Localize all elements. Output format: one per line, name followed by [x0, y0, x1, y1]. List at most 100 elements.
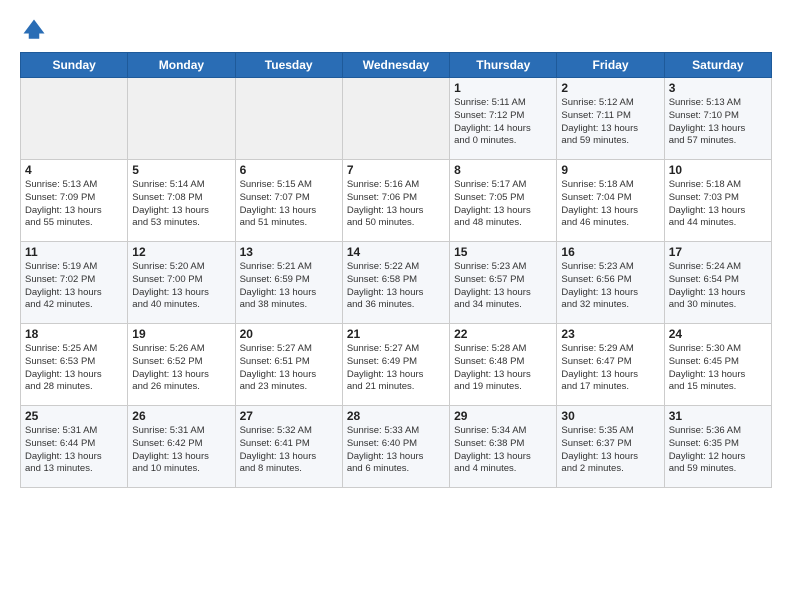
header-saturday: Saturday [664, 53, 771, 78]
day-cell: 15 Sunrise: 5:23 AM Sunset: 6:57 PM Dayli… [450, 242, 557, 324]
day-number: 6 [240, 163, 338, 177]
day-number: 28 [347, 409, 445, 423]
header-friday: Friday [557, 53, 664, 78]
day-number: 24 [669, 327, 767, 341]
day-cell: 16 Sunrise: 5:23 AM Sunset: 6:56 PM Dayli… [557, 242, 664, 324]
day-info: Sunrise: 5:26 AM Sunset: 6:52 PM Dayligh… [132, 343, 230, 394]
week-row-4: 18 Sunrise: 5:25 AM Sunset: 6:53 PM Dayli… [21, 324, 772, 406]
day-info: Sunrise: 5:13 AM Sunset: 7:09 PM Dayligh… [25, 179, 123, 230]
day-cell: 28 Sunrise: 5:33 AM Sunset: 6:40 PM Dayli… [342, 406, 449, 488]
day-cell: 4 Sunrise: 5:13 AM Sunset: 7:09 PM Daylig… [21, 160, 128, 242]
header [20, 16, 772, 44]
day-number: 17 [669, 245, 767, 259]
day-info: Sunrise: 5:30 AM Sunset: 6:45 PM Dayligh… [669, 343, 767, 394]
header-monday: Monday [128, 53, 235, 78]
day-cell: 26 Sunrise: 5:31 AM Sunset: 6:42 PM Dayli… [128, 406, 235, 488]
day-number: 4 [25, 163, 123, 177]
day-cell: 31Sunrise: 5:36 AM Sunset: 6:35 PM Dayli… [664, 406, 771, 488]
day-info: Sunrise: 5:18 AM Sunset: 7:04 PM Dayligh… [561, 179, 659, 230]
day-info: Sunrise: 5:15 AM Sunset: 7:07 PM Dayligh… [240, 179, 338, 230]
day-cell: 12Sunrise: 5:20 AM Sunset: 7:00 PM Dayli… [128, 242, 235, 324]
day-info: Sunrise: 5:31 AM Sunset: 6:44 PM Dayligh… [25, 425, 123, 476]
day-info: Sunrise: 5:13 AM Sunset: 7:10 PM Dayligh… [669, 97, 767, 148]
day-cell: 5Sunrise: 5:14 AM Sunset: 7:08 PM Daylig… [128, 160, 235, 242]
day-number: 8 [454, 163, 552, 177]
day-number: 13 [240, 245, 338, 259]
day-cell: 11 Sunrise: 5:19 AM Sunset: 7:02 PM Dayli… [21, 242, 128, 324]
logo [20, 16, 52, 44]
header-sunday: Sunday [21, 53, 128, 78]
day-cell: 17 Sunrise: 5:24 AM Sunset: 6:54 PM Dayli… [664, 242, 771, 324]
day-number: 19 [132, 327, 230, 341]
day-info: Sunrise: 5:25 AM Sunset: 6:53 PM Dayligh… [25, 343, 123, 394]
day-cell [235, 78, 342, 160]
week-row-2: 4 Sunrise: 5:13 AM Sunset: 7:09 PM Daylig… [21, 160, 772, 242]
day-number: 26 [132, 409, 230, 423]
day-info: Sunrise: 5:12 AM Sunset: 7:11 PM Dayligh… [561, 97, 659, 148]
day-info: Sunrise: 5:19 AM Sunset: 7:02 PM Dayligh… [25, 261, 123, 312]
day-info: Sunrise: 5:29 AM Sunset: 6:47 PM Dayligh… [561, 343, 659, 394]
day-number: 30 [561, 409, 659, 423]
week-row-1: 1Sunrise: 5:11 AM Sunset: 7:12 PM Daylig… [21, 78, 772, 160]
day-info: Sunrise: 5:18 AM Sunset: 7:03 PM Dayligh… [669, 179, 767, 230]
day-number: 11 [25, 245, 123, 259]
day-info: Sunrise: 5:16 AM Sunset: 7:06 PM Dayligh… [347, 179, 445, 230]
day-number: 9 [561, 163, 659, 177]
day-cell: 1Sunrise: 5:11 AM Sunset: 7:12 PM Daylig… [450, 78, 557, 160]
day-cell: 25 Sunrise: 5:31 AM Sunset: 6:44 PM Dayli… [21, 406, 128, 488]
day-cell: 7 Sunrise: 5:16 AM Sunset: 7:06 PM Daylig… [342, 160, 449, 242]
day-info: Sunrise: 5:21 AM Sunset: 6:59 PM Dayligh… [240, 261, 338, 312]
day-number: 20 [240, 327, 338, 341]
week-row-5: 25 Sunrise: 5:31 AM Sunset: 6:44 PM Dayli… [21, 406, 772, 488]
day-number: 15 [454, 245, 552, 259]
day-info: Sunrise: 5:35 AM Sunset: 6:37 PM Dayligh… [561, 425, 659, 476]
day-cell: 8Sunrise: 5:17 AM Sunset: 7:05 PM Daylig… [450, 160, 557, 242]
day-info: Sunrise: 5:23 AM Sunset: 6:56 PM Dayligh… [561, 261, 659, 312]
day-number: 2 [561, 81, 659, 95]
header-tuesday: Tuesday [235, 53, 342, 78]
day-info: Sunrise: 5:22 AM Sunset: 6:58 PM Dayligh… [347, 261, 445, 312]
day-info: Sunrise: 5:28 AM Sunset: 6:48 PM Dayligh… [454, 343, 552, 394]
day-cell: 23 Sunrise: 5:29 AM Sunset: 6:47 PM Dayli… [557, 324, 664, 406]
day-cell: 10Sunrise: 5:18 AM Sunset: 7:03 PM Dayli… [664, 160, 771, 242]
day-cell [128, 78, 235, 160]
day-cell: 19 Sunrise: 5:26 AM Sunset: 6:52 PM Dayli… [128, 324, 235, 406]
day-number: 3 [669, 81, 767, 95]
day-number: 21 [347, 327, 445, 341]
day-number: 29 [454, 409, 552, 423]
day-cell: 30 Sunrise: 5:35 AM Sunset: 6:37 PM Dayli… [557, 406, 664, 488]
calendar-table: SundayMondayTuesdayWednesdayThursdayFrid… [20, 52, 772, 488]
day-info: Sunrise: 5:27 AM Sunset: 6:51 PM Dayligh… [240, 343, 338, 394]
day-number: 7 [347, 163, 445, 177]
day-number: 31 [669, 409, 767, 423]
day-number: 25 [25, 409, 123, 423]
day-info: Sunrise: 5:33 AM Sunset: 6:40 PM Dayligh… [347, 425, 445, 476]
day-cell: 2 Sunrise: 5:12 AM Sunset: 7:11 PM Daylig… [557, 78, 664, 160]
day-info: Sunrise: 5:27 AM Sunset: 6:49 PM Dayligh… [347, 343, 445, 394]
page: SundayMondayTuesdayWednesdayThursdayFrid… [0, 0, 792, 612]
day-info: Sunrise: 5:23 AM Sunset: 6:57 PM Dayligh… [454, 261, 552, 312]
day-cell: 21 Sunrise: 5:27 AM Sunset: 6:49 PM Dayli… [342, 324, 449, 406]
day-cell: 13 Sunrise: 5:21 AM Sunset: 6:59 PM Dayli… [235, 242, 342, 324]
day-cell: 6 Sunrise: 5:15 AM Sunset: 7:07 PM Daylig… [235, 160, 342, 242]
day-number: 27 [240, 409, 338, 423]
day-cell: 27 Sunrise: 5:32 AM Sunset: 6:41 PM Dayli… [235, 406, 342, 488]
day-info: Sunrise: 5:32 AM Sunset: 6:41 PM Dayligh… [240, 425, 338, 476]
day-number: 22 [454, 327, 552, 341]
day-number: 1 [454, 81, 552, 95]
week-row-3: 11 Sunrise: 5:19 AM Sunset: 7:02 PM Dayli… [21, 242, 772, 324]
day-number: 23 [561, 327, 659, 341]
day-cell: 3 Sunrise: 5:13 AM Sunset: 7:10 PM Daylig… [664, 78, 771, 160]
day-info: Sunrise: 5:31 AM Sunset: 6:42 PM Dayligh… [132, 425, 230, 476]
day-cell: 14Sunrise: 5:22 AM Sunset: 6:58 PM Dayli… [342, 242, 449, 324]
day-cell: 18 Sunrise: 5:25 AM Sunset: 6:53 PM Dayli… [21, 324, 128, 406]
header-wednesday: Wednesday [342, 53, 449, 78]
day-number: 16 [561, 245, 659, 259]
day-cell: 22 Sunrise: 5:28 AM Sunset: 6:48 PM Dayli… [450, 324, 557, 406]
calendar-header-row: SundayMondayTuesdayWednesdayThursdayFrid… [21, 53, 772, 78]
day-number: 5 [132, 163, 230, 177]
day-info: Sunrise: 5:24 AM Sunset: 6:54 PM Dayligh… [669, 261, 767, 312]
day-cell: 29Sunrise: 5:34 AM Sunset: 6:38 PM Dayli… [450, 406, 557, 488]
day-number: 18 [25, 327, 123, 341]
day-cell: 24 Sunrise: 5:30 AM Sunset: 6:45 PM Dayli… [664, 324, 771, 406]
